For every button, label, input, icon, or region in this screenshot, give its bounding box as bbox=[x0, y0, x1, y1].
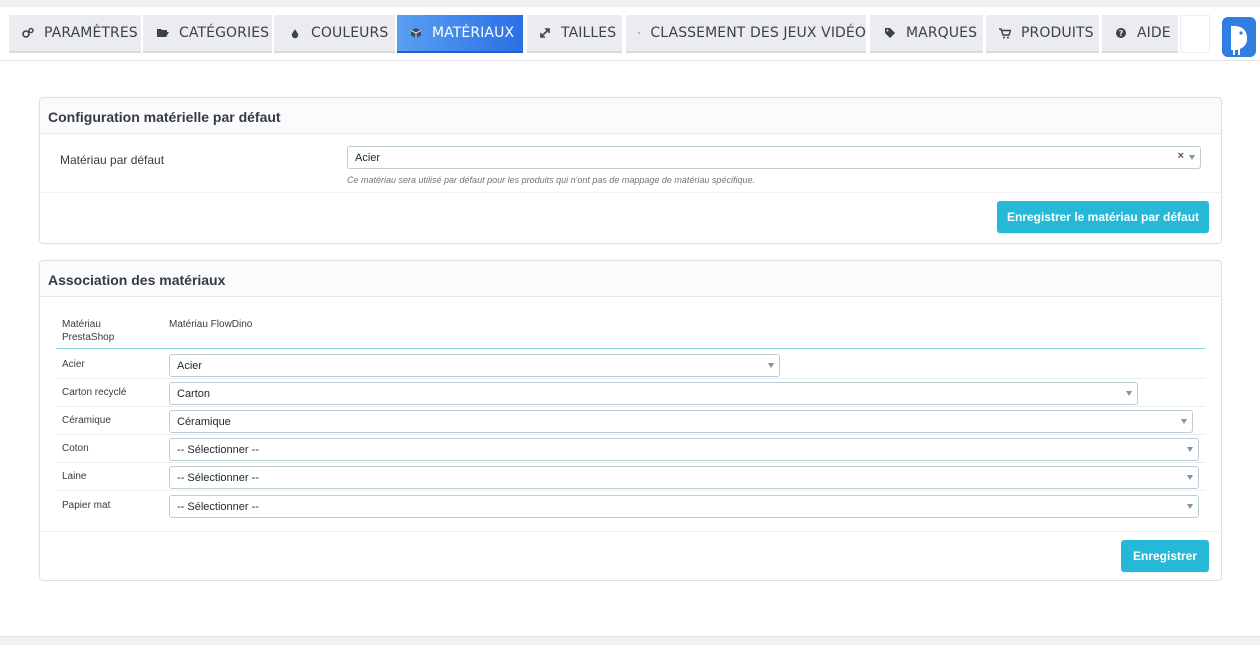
tab-label: TAILLES bbox=[561, 25, 617, 41]
tab-categories[interactable]: CATÉGORIES bbox=[143, 15, 272, 53]
help-text: Ce matériau sera utilisé par défaut pour… bbox=[347, 175, 755, 185]
tab-classement-jeux-video[interactable]: CLASSEMENT DES JEUX VIDÉO bbox=[626, 15, 866, 53]
tab-label: MARQUES bbox=[906, 25, 978, 41]
folder-open-icon bbox=[157, 29, 169, 37]
select-value: Carton bbox=[177, 388, 211, 400]
column-header-prestashop: Matériau PrestaShop bbox=[62, 318, 114, 344]
tint-icon bbox=[291, 29, 299, 39]
mapping-select-ceramique[interactable]: Céramique bbox=[169, 410, 1193, 433]
cube-icon bbox=[410, 28, 422, 38]
tab-label: PRODUITS bbox=[1021, 25, 1094, 41]
panel-footer: Enregistrer bbox=[40, 531, 1221, 580]
select-value: -- Sélectionner -- bbox=[177, 501, 259, 513]
panel-title: Configuration matérielle par défaut bbox=[40, 98, 1221, 134]
row-label-acier: Acier bbox=[62, 359, 85, 370]
row-divider bbox=[56, 406, 1205, 407]
material-mapping-panel: Association des matériaux Matériau Prest… bbox=[39, 260, 1222, 581]
chevron-down-icon bbox=[1187, 504, 1193, 509]
chevron-down-icon bbox=[768, 363, 774, 368]
chevron-down-icon bbox=[1126, 391, 1132, 396]
default-material-panel: Configuration matérielle par défaut Maté… bbox=[39, 97, 1222, 244]
row-label-ceramique: Céramique bbox=[62, 415, 111, 426]
tab-bar: PARAMÈTRES CATÉGORIES COULEURS MATÉRIAUX… bbox=[0, 7, 1260, 61]
tab-label: CATÉGORIES bbox=[179, 25, 270, 41]
clear-selection-icon[interactable]: × bbox=[1178, 150, 1184, 162]
tab-tailles[interactable]: TAILLES bbox=[527, 15, 622, 53]
row-divider bbox=[56, 378, 1205, 379]
column-header-flowdino: Matériau FlowDino bbox=[169, 319, 253, 330]
save-mapping-button[interactable]: Enregistrer bbox=[1121, 540, 1209, 572]
svg-text:?: ? bbox=[1119, 29, 1124, 38]
mapping-select-laine[interactable]: -- Sélectionner -- bbox=[169, 466, 1199, 489]
cart-icon bbox=[999, 28, 1011, 39]
panel-title: Association des matériaux bbox=[40, 261, 1221, 297]
select-value: -- Sélectionner -- bbox=[177, 472, 259, 484]
select-value: Acier bbox=[355, 152, 381, 164]
row-divider bbox=[56, 462, 1205, 463]
tab-label: MATÉRIAUX bbox=[432, 25, 515, 41]
question-circle-icon: ? bbox=[1116, 28, 1126, 38]
chevron-down-icon bbox=[1181, 419, 1187, 424]
mapping-select-carton-recycle[interactable]: Carton bbox=[169, 382, 1138, 405]
select-value: Céramique bbox=[177, 416, 231, 428]
select-value: Acier bbox=[177, 360, 203, 372]
tab-placeholder bbox=[1180, 15, 1210, 53]
expand-icon bbox=[540, 28, 550, 38]
row-label-coton: Coton bbox=[62, 443, 89, 454]
row-label-papier-mat: Papier mat bbox=[62, 500, 111, 511]
column-header-line: Matériau bbox=[62, 319, 101, 330]
tab-label: PARAMÈTRES bbox=[44, 25, 138, 41]
tab-produits[interactable]: PRODUITS bbox=[986, 15, 1099, 53]
tab-aide[interactable]: ? AIDE bbox=[1102, 15, 1178, 53]
tab-label: CLASSEMENT DES JEUX VIDÉO bbox=[650, 25, 866, 41]
default-material-label: Matériau par défaut bbox=[60, 153, 165, 167]
table-header-divider bbox=[56, 348, 1205, 349]
tab-marques[interactable]: MARQUES bbox=[870, 15, 983, 53]
chevron-down-icon bbox=[1187, 475, 1193, 480]
gamepad-icon bbox=[638, 32, 641, 34]
row-divider bbox=[56, 490, 1205, 491]
flowdino-logo-icon bbox=[1222, 17, 1256, 57]
tab-parametres[interactable]: PARAMÈTRES bbox=[9, 15, 141, 53]
tab-couleurs[interactable]: COULEURS bbox=[274, 15, 395, 53]
mapping-select-papier-mat[interactable]: -- Sélectionner -- bbox=[169, 495, 1199, 518]
default-material-select[interactable]: Acier × bbox=[347, 146, 1201, 169]
row-label-carton-recycle: Carton recyclé bbox=[62, 387, 127, 398]
mapping-select-acier[interactable]: Acier bbox=[169, 354, 780, 377]
select-value: -- Sélectionner -- bbox=[177, 444, 259, 456]
tab-materiaux[interactable]: MATÉRIAUX bbox=[397, 15, 523, 53]
column-header-line: PrestaShop bbox=[62, 332, 115, 343]
cogs-icon bbox=[22, 27, 34, 38]
panel-footer: Enregistrer le matériau par défaut bbox=[40, 192, 1221, 243]
bottom-band bbox=[0, 636, 1260, 645]
top-band bbox=[0, 0, 1260, 7]
chevron-down-icon bbox=[1189, 155, 1195, 160]
tab-label: AIDE bbox=[1137, 25, 1171, 41]
tag-icon bbox=[885, 28, 895, 38]
row-label-laine: Laine bbox=[62, 471, 87, 482]
tab-label: COULEURS bbox=[311, 25, 389, 41]
mapping-select-coton[interactable]: -- Sélectionner -- bbox=[169, 438, 1199, 461]
save-default-material-button[interactable]: Enregistrer le matériau par défaut bbox=[997, 201, 1209, 233]
chevron-down-icon bbox=[1187, 447, 1193, 452]
row-divider bbox=[56, 434, 1205, 435]
